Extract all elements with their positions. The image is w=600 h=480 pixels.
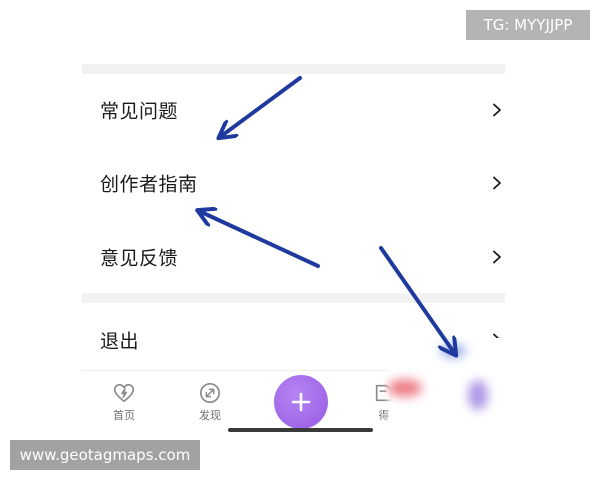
chevron-right-icon bbox=[492, 176, 502, 190]
chevron-right-icon bbox=[492, 250, 502, 264]
menu-item-creator-guide[interactable]: 创作者指南 bbox=[82, 153, 505, 213]
home-indicator[interactable] bbox=[228, 428, 373, 432]
chevron-right-icon bbox=[492, 103, 502, 117]
tab-home[interactable]: 首页 bbox=[99, 382, 149, 423]
menu-item-label: 创作者指南 bbox=[100, 173, 198, 196]
watermark-bottom: www.geotagmaps.com bbox=[10, 440, 200, 470]
watermark-top: TG: MYYJJPP bbox=[466, 10, 590, 40]
section-divider-top bbox=[82, 64, 505, 74]
compass-icon bbox=[199, 382, 221, 404]
menu-item-label: 退出 bbox=[100, 330, 140, 353]
create-post-button[interactable] bbox=[274, 375, 328, 429]
plus-icon bbox=[291, 392, 311, 412]
tab-discover[interactable]: 发现 bbox=[185, 382, 235, 423]
blurred-blob bbox=[440, 344, 466, 358]
section-divider-middle bbox=[82, 293, 505, 303]
heart-bolt-icon bbox=[113, 382, 135, 404]
blurred-blob bbox=[468, 380, 488, 410]
menu-item-label: 常见问题 bbox=[100, 100, 179, 123]
menu-item-faq[interactable]: 常见问题 bbox=[82, 80, 505, 140]
blurred-region bbox=[384, 338, 505, 430]
menu-item-feedback[interactable]: 意见反馈 bbox=[82, 227, 505, 287]
menu-item-label: 意见反馈 bbox=[100, 247, 179, 270]
blurred-blob bbox=[388, 379, 422, 397]
tab-label: 首页 bbox=[113, 409, 135, 422]
tab-label: 发现 bbox=[199, 409, 221, 422]
